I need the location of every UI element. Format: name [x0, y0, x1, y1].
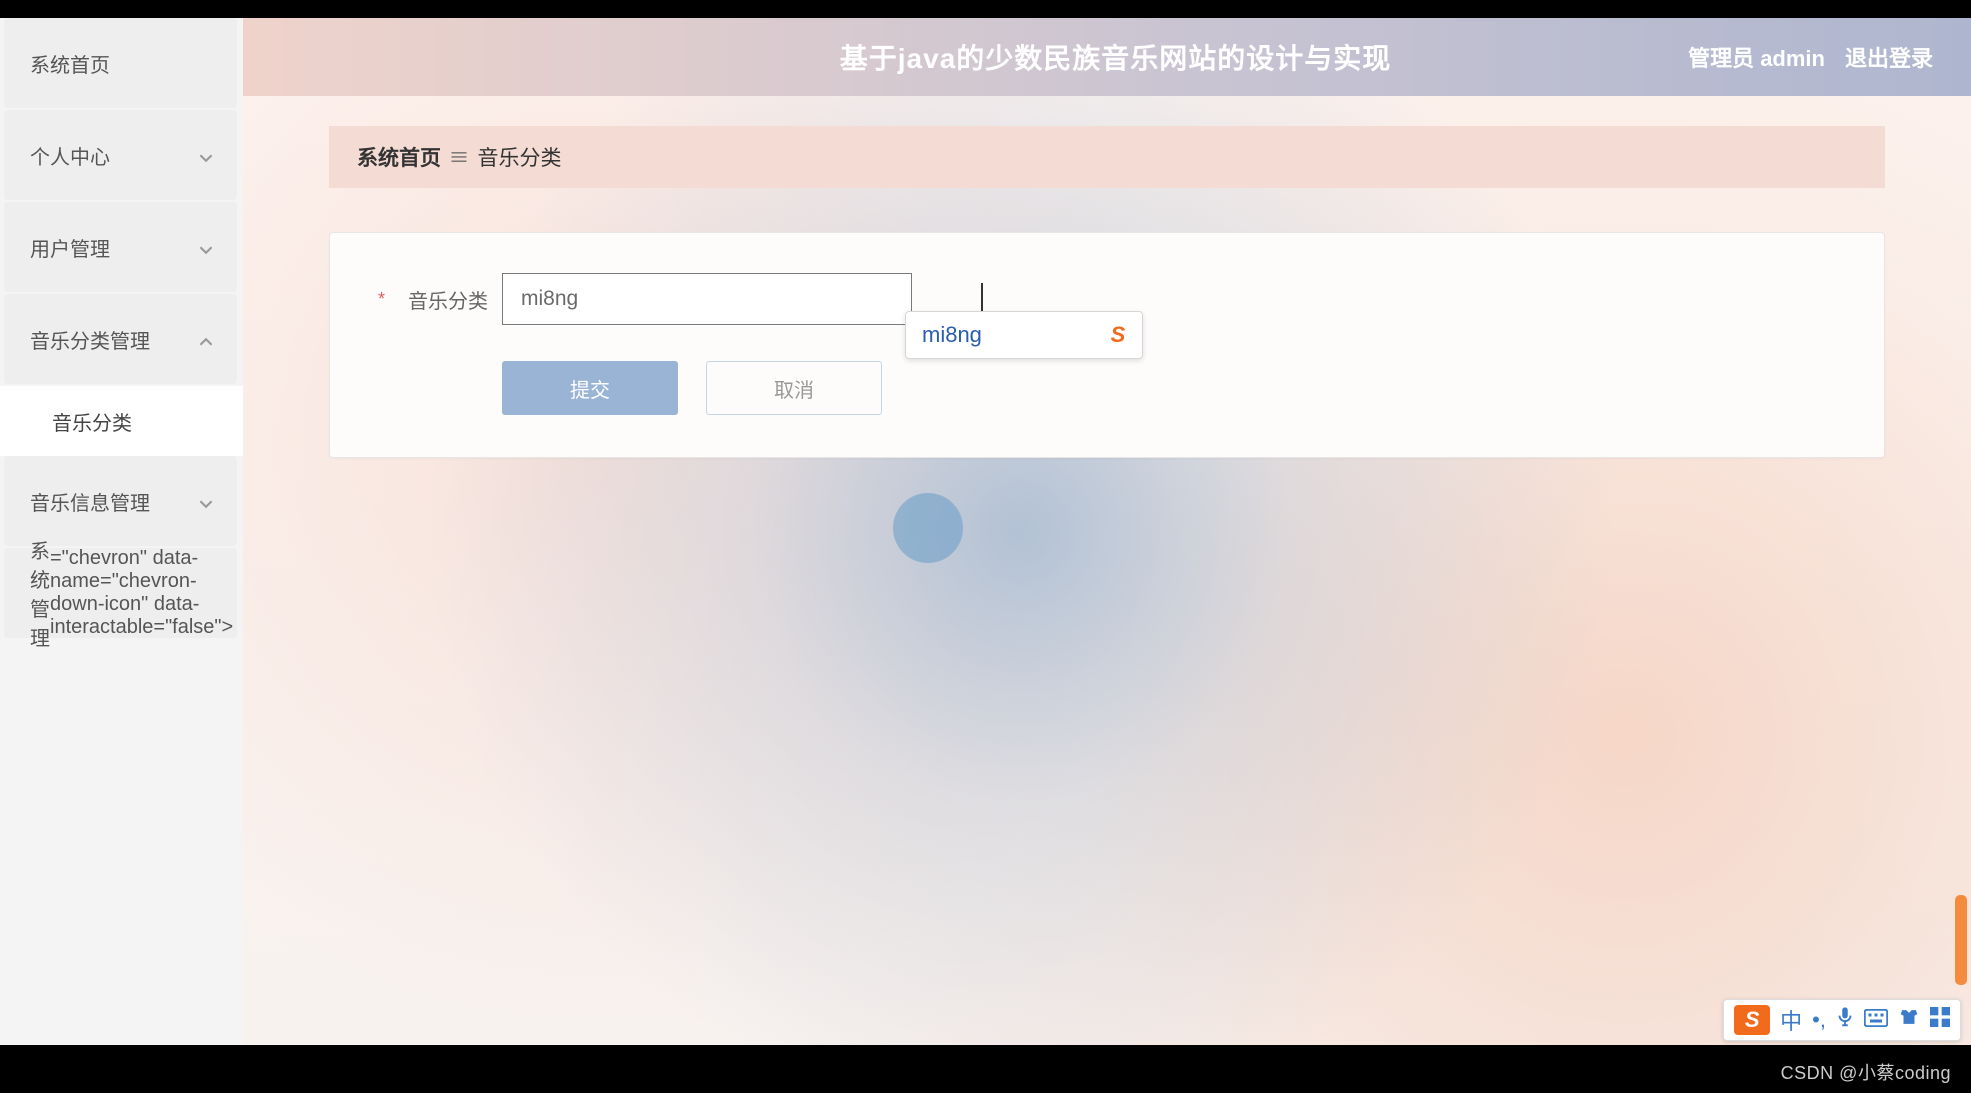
content: 系统首页 ||| 音乐分类 * 音乐分类 提交 取消 mi8ng: [243, 96, 1971, 458]
page-title: 基于java的少数民族音乐网站的设计与实现: [543, 37, 1688, 77]
main-area: 基于java的少数民族音乐网站的设计与实现 管理员 admin 退出登录 系统首…: [243, 18, 1971, 1045]
sidebar-item-label: 系统管理: [30, 535, 50, 651]
ime-toolbar[interactable]: S 中 •,: [1723, 999, 1961, 1041]
admin-link[interactable]: 管理员 admin: [1688, 41, 1825, 73]
ime-keyboard-icon[interactable]: [1864, 1007, 1888, 1033]
sidebar-item-system[interactable]: 系统管理="chevron" data-name="chevron-down-i…: [4, 548, 237, 638]
logout-link[interactable]: 退出登录: [1845, 41, 1933, 73]
header-right: 管理员 admin 退出登录: [1688, 41, 1933, 73]
sidebar-item-music-info[interactable]: 音乐信息管理: [4, 456, 237, 546]
sidebar-item-label: 用户管理: [30, 233, 110, 262]
sidebar-item-label: 音乐信息管理: [30, 487, 150, 516]
chevron-down-icon: [199, 148, 213, 162]
breadcrumb-home[interactable]: 系统首页: [357, 142, 441, 172]
field-label-text: 音乐分类: [408, 291, 488, 313]
chevron-up-icon: [199, 332, 213, 346]
sidebar-item-home[interactable]: 系统首页: [4, 18, 237, 108]
form-card: * 音乐分类 提交 取消 mi8ng S: [329, 232, 1885, 458]
scrollbar-handle[interactable]: [1955, 895, 1967, 985]
chevron-down-icon: [199, 240, 213, 254]
sidebar-subitem-label: 音乐分类: [52, 407, 132, 436]
sidebar-item-profile[interactable]: 个人中心: [4, 110, 237, 200]
sidebar-item-users[interactable]: 用户管理: [4, 202, 237, 292]
watermark: CSDN @小蔡coding: [1781, 1059, 1951, 1085]
ime-toolbox-icon[interactable]: [1930, 1007, 1950, 1033]
sidebar-item-music-category[interactable]: 音乐分类管理: [4, 294, 237, 384]
ime-punct-icon[interactable]: •,: [1812, 1007, 1826, 1033]
breadcrumb: 系统首页 ||| 音乐分类: [329, 126, 1885, 188]
sidebar-item-label: 系统首页: [30, 49, 110, 78]
ime-lang-toggle[interactable]: 中: [1780, 1004, 1802, 1036]
sidebar-item-label: 个人中心: [30, 141, 110, 170]
breadcrumb-separator-icon: |||: [450, 151, 468, 163]
sidebar-subitem-music-type[interactable]: 音乐分类: [0, 386, 243, 456]
ime-candidate-text: mi8ng: [922, 322, 982, 348]
ime-candidate-popup[interactable]: mi8ng S: [905, 311, 1143, 359]
header: 基于java的少数民族音乐网站的设计与实现 管理员 admin 退出登录: [243, 18, 1971, 96]
sogou-logo-icon: S: [1102, 322, 1134, 348]
submit-button[interactable]: 提交: [502, 361, 678, 415]
button-row: 提交 取消: [380, 361, 1834, 415]
sogou-badge-icon: S: [1734, 1005, 1770, 1035]
sidebar: 系统首页 个人中心 用户管理 音乐分类管理 音乐分类 音乐信息管理 系统管理="…: [0, 18, 243, 1045]
background-decoration: [893, 493, 963, 563]
ime-voice-icon[interactable]: [1836, 1006, 1854, 1034]
chevron-down-icon: [199, 494, 213, 508]
cancel-button[interactable]: 取消: [706, 361, 882, 415]
breadcrumb-current: 音乐分类: [477, 142, 561, 172]
required-mark: *: [378, 289, 385, 310]
sidebar-item-label: 音乐分类管理: [30, 325, 150, 354]
ime-skin-icon[interactable]: [1898, 1007, 1920, 1033]
music-category-input[interactable]: [502, 273, 912, 325]
form-label: * 音乐分类: [380, 285, 488, 314]
